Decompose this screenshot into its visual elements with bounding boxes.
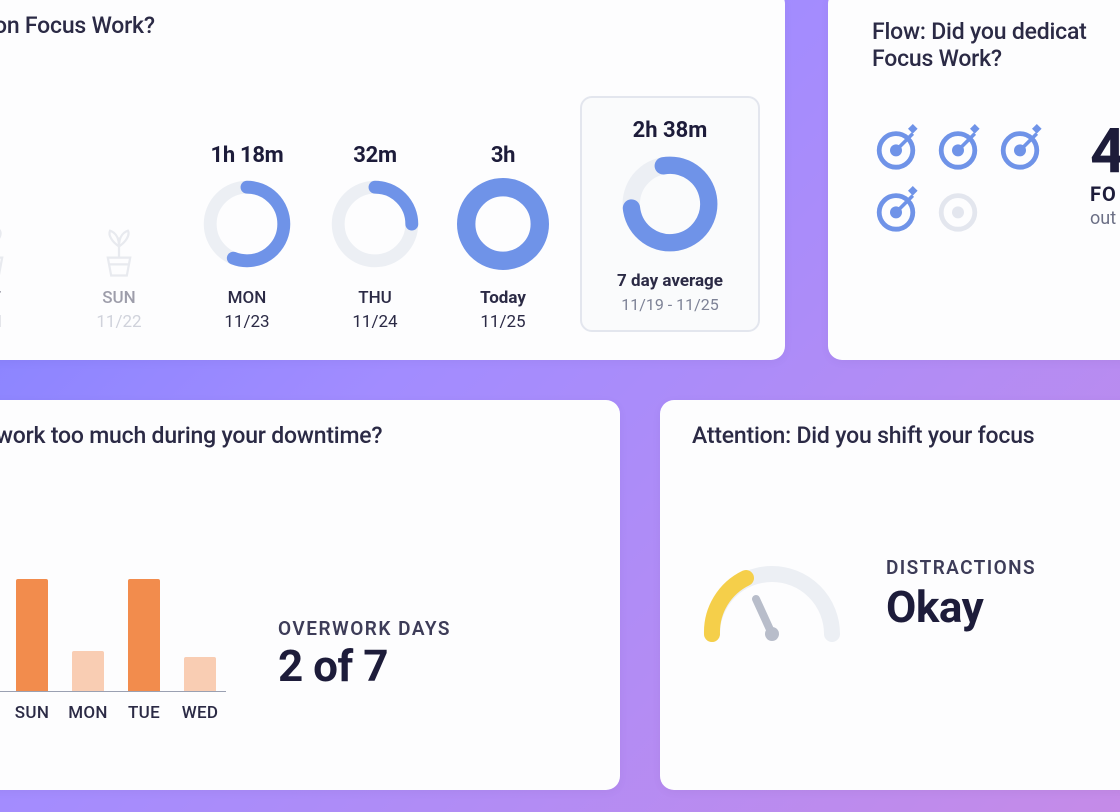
plant-icon xyxy=(0,224,14,280)
bar-sun[interactable]: SUN xyxy=(12,579,52,691)
overwork-stat: OVERWORK DAYS 2 of 7 xyxy=(278,617,451,692)
flow-big-label: FO xyxy=(1090,182,1120,206)
day-label: THU xyxy=(358,288,392,308)
overwork-label: OVERWORK DAYS xyxy=(278,617,451,640)
progress-ring-icon xyxy=(457,178,549,270)
day-date: 11/24 xyxy=(352,312,397,332)
day-date: 11/23 xyxy=(224,312,269,332)
day-date: /21 xyxy=(0,312,4,332)
flow-card: Flow: Did you dedicat Focus Work? 4 FO o… xyxy=(828,0,1120,360)
overwork-value: 2 of 7 xyxy=(278,640,451,692)
progress-ring-icon xyxy=(619,153,721,255)
day-label: AT xyxy=(0,288,1,308)
attention-value: Okay xyxy=(886,581,1036,633)
bar-mon[interactable]: MON xyxy=(68,651,108,691)
avg-range: 11/19 - 11/25 xyxy=(621,295,719,314)
attention-card: Attention: Did you shift your focus DIST… xyxy=(660,400,1120,790)
avg-value: 2h 38m xyxy=(633,118,708,143)
flow-stat: 4 FO out xyxy=(1090,124,1120,229)
attention-stat: DISTRACTIONS Okay xyxy=(886,556,1036,633)
focus-day-mon[interactable]: 1h 18m MON 11/23 xyxy=(196,143,298,332)
day-label: SUN xyxy=(102,288,135,308)
plant-icon xyxy=(96,224,142,280)
bar-wed[interactable]: WED xyxy=(180,657,220,691)
focus-value: 3h xyxy=(491,143,515,168)
focus-card-title: d enough time on Focus Work? xyxy=(0,12,761,39)
day-label: Today xyxy=(480,288,526,308)
target-hit-icon xyxy=(872,124,920,172)
target-hit-icon xyxy=(872,186,920,234)
focus-value: 1h 18m xyxy=(211,143,284,168)
focus-day-sun[interactable]: SUN 11/22 xyxy=(68,224,170,332)
flow-targets xyxy=(872,124,1062,234)
focus-day-thu[interactable]: 32m THU 11/24 xyxy=(324,143,426,332)
progress-ring-icon xyxy=(329,178,421,270)
avg-title: 7 day average xyxy=(617,271,723,291)
overwork-card: you work too much during your downtime? … xyxy=(0,400,620,790)
focus-value: 32m xyxy=(353,143,396,168)
target-hit-icon xyxy=(996,124,1044,172)
progress-ring-icon xyxy=(201,178,293,270)
focus-average-box[interactable]: 2h 38m 7 day average 11/19 - 11/25 xyxy=(580,96,760,332)
target-hit-icon xyxy=(934,124,982,172)
focus-day-sat[interactable]: AT /21 xyxy=(0,224,42,332)
flow-big-number: 4 xyxy=(1090,124,1120,180)
overwork-bar-chart: SAT SUN MON TUE WED xyxy=(0,562,226,692)
attention-title: Attention: Did you shift your focus xyxy=(692,422,1120,449)
flow-title: Flow: Did you dedicat xyxy=(872,18,1120,45)
day-date: 11/22 xyxy=(96,312,141,332)
focus-day-today[interactable]: 3h Today 11/25 xyxy=(452,143,554,332)
day-label: MON xyxy=(228,288,267,308)
focus-work-card: d enough time on Focus Work? AT /21 xyxy=(0,0,785,360)
bar-tue[interactable]: TUE xyxy=(124,579,164,691)
flow-subtitle: Focus Work? xyxy=(872,45,1120,72)
gauge-icon xyxy=(692,544,852,644)
attention-label: DISTRACTIONS xyxy=(886,556,1036,579)
overwork-title: you work too much during your downtime? xyxy=(0,422,596,449)
target-miss-icon xyxy=(934,186,982,234)
day-date: 11/25 xyxy=(480,312,525,332)
focus-days-row: AT /21 SUN 11/22 1h 18m M xyxy=(0,96,760,332)
flow-big-sub: out xyxy=(1090,208,1120,229)
